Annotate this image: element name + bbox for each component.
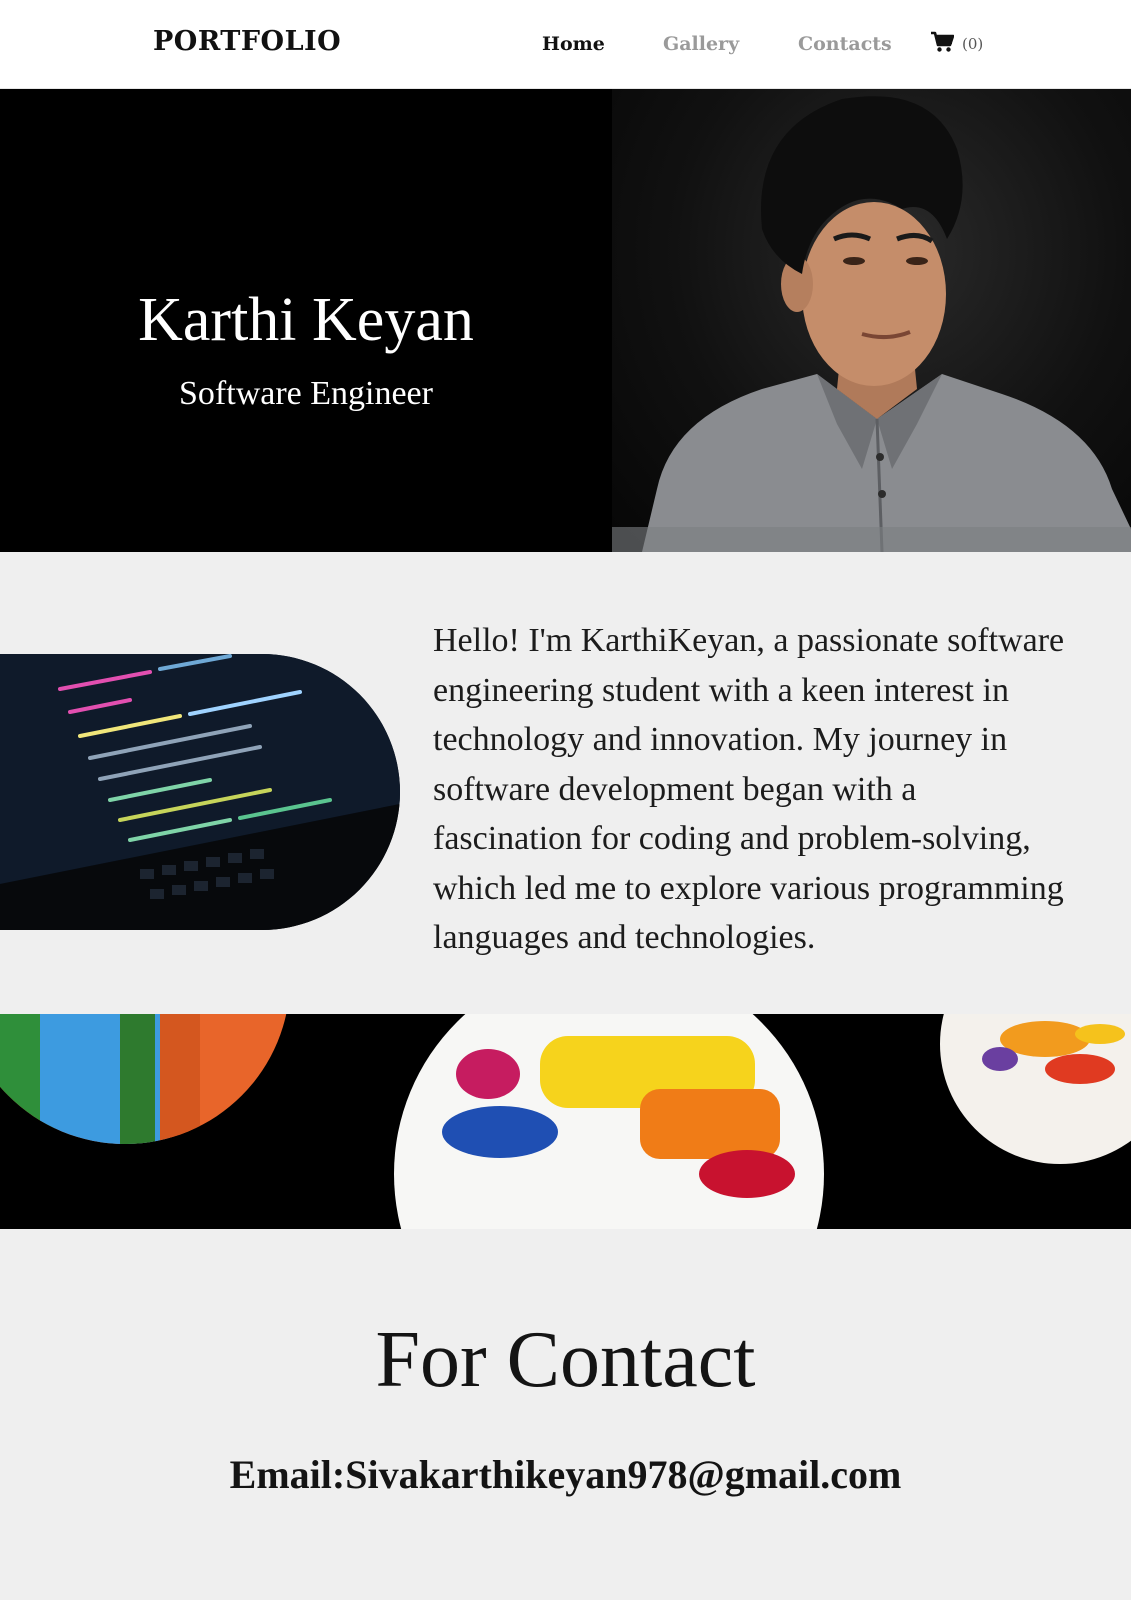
about-line: Hello! I'm KarthiKeyan, a passionate sof…	[433, 622, 1065, 659]
portrait-photo	[612, 89, 1131, 552]
about-line: engineering student with a keen interest…	[433, 671, 1009, 709]
cart-count: (0)	[962, 35, 984, 53]
cart-button[interactable]: (0)	[930, 31, 984, 57]
code-laptop-image	[0, 654, 400, 930]
about-line: fascination for coding and problem-solvi…	[433, 820, 1031, 857]
paint-circle-left	[0, 1014, 290, 1144]
about-line: technology and innovation. My journey in	[433, 721, 1008, 758]
brand-logo[interactable]: PORTFOLIO	[153, 26, 341, 57]
paint-circle-right	[940, 1014, 1131, 1164]
paint-swatch-circles	[0, 1014, 1131, 1229]
hero-role: Software Engineer	[179, 375, 433, 412]
paint-circle-middle	[394, 1014, 824, 1229]
hero-name: Karthi Keyan	[138, 286, 474, 354]
hero-section: Karthi Keyan Software Engineer	[0, 89, 1131, 552]
contact-email[interactable]: Email:Sivakarthikeyan978@gmail.com	[0, 1455, 1131, 1495]
nav-contacts-link[interactable]: Contacts	[798, 33, 892, 55]
about-line: languages and technologies.	[433, 919, 816, 956]
about-paragraph: Hello! I'm KarthiKeyan, a passionate sof…	[433, 616, 1131, 963]
about-line: software development began with a	[433, 770, 917, 808]
cart-icon	[930, 31, 955, 57]
top-navigation-bar: PORTFOLIO Home Gallery Contacts (0)	[0, 0, 1131, 89]
contact-heading: For Contact	[375, 1316, 756, 1404]
about-line: which led me to explore various programm…	[433, 869, 1064, 907]
nav-home-link[interactable]: Home	[542, 33, 605, 55]
nav-gallery-link[interactable]: Gallery	[663, 33, 739, 55]
